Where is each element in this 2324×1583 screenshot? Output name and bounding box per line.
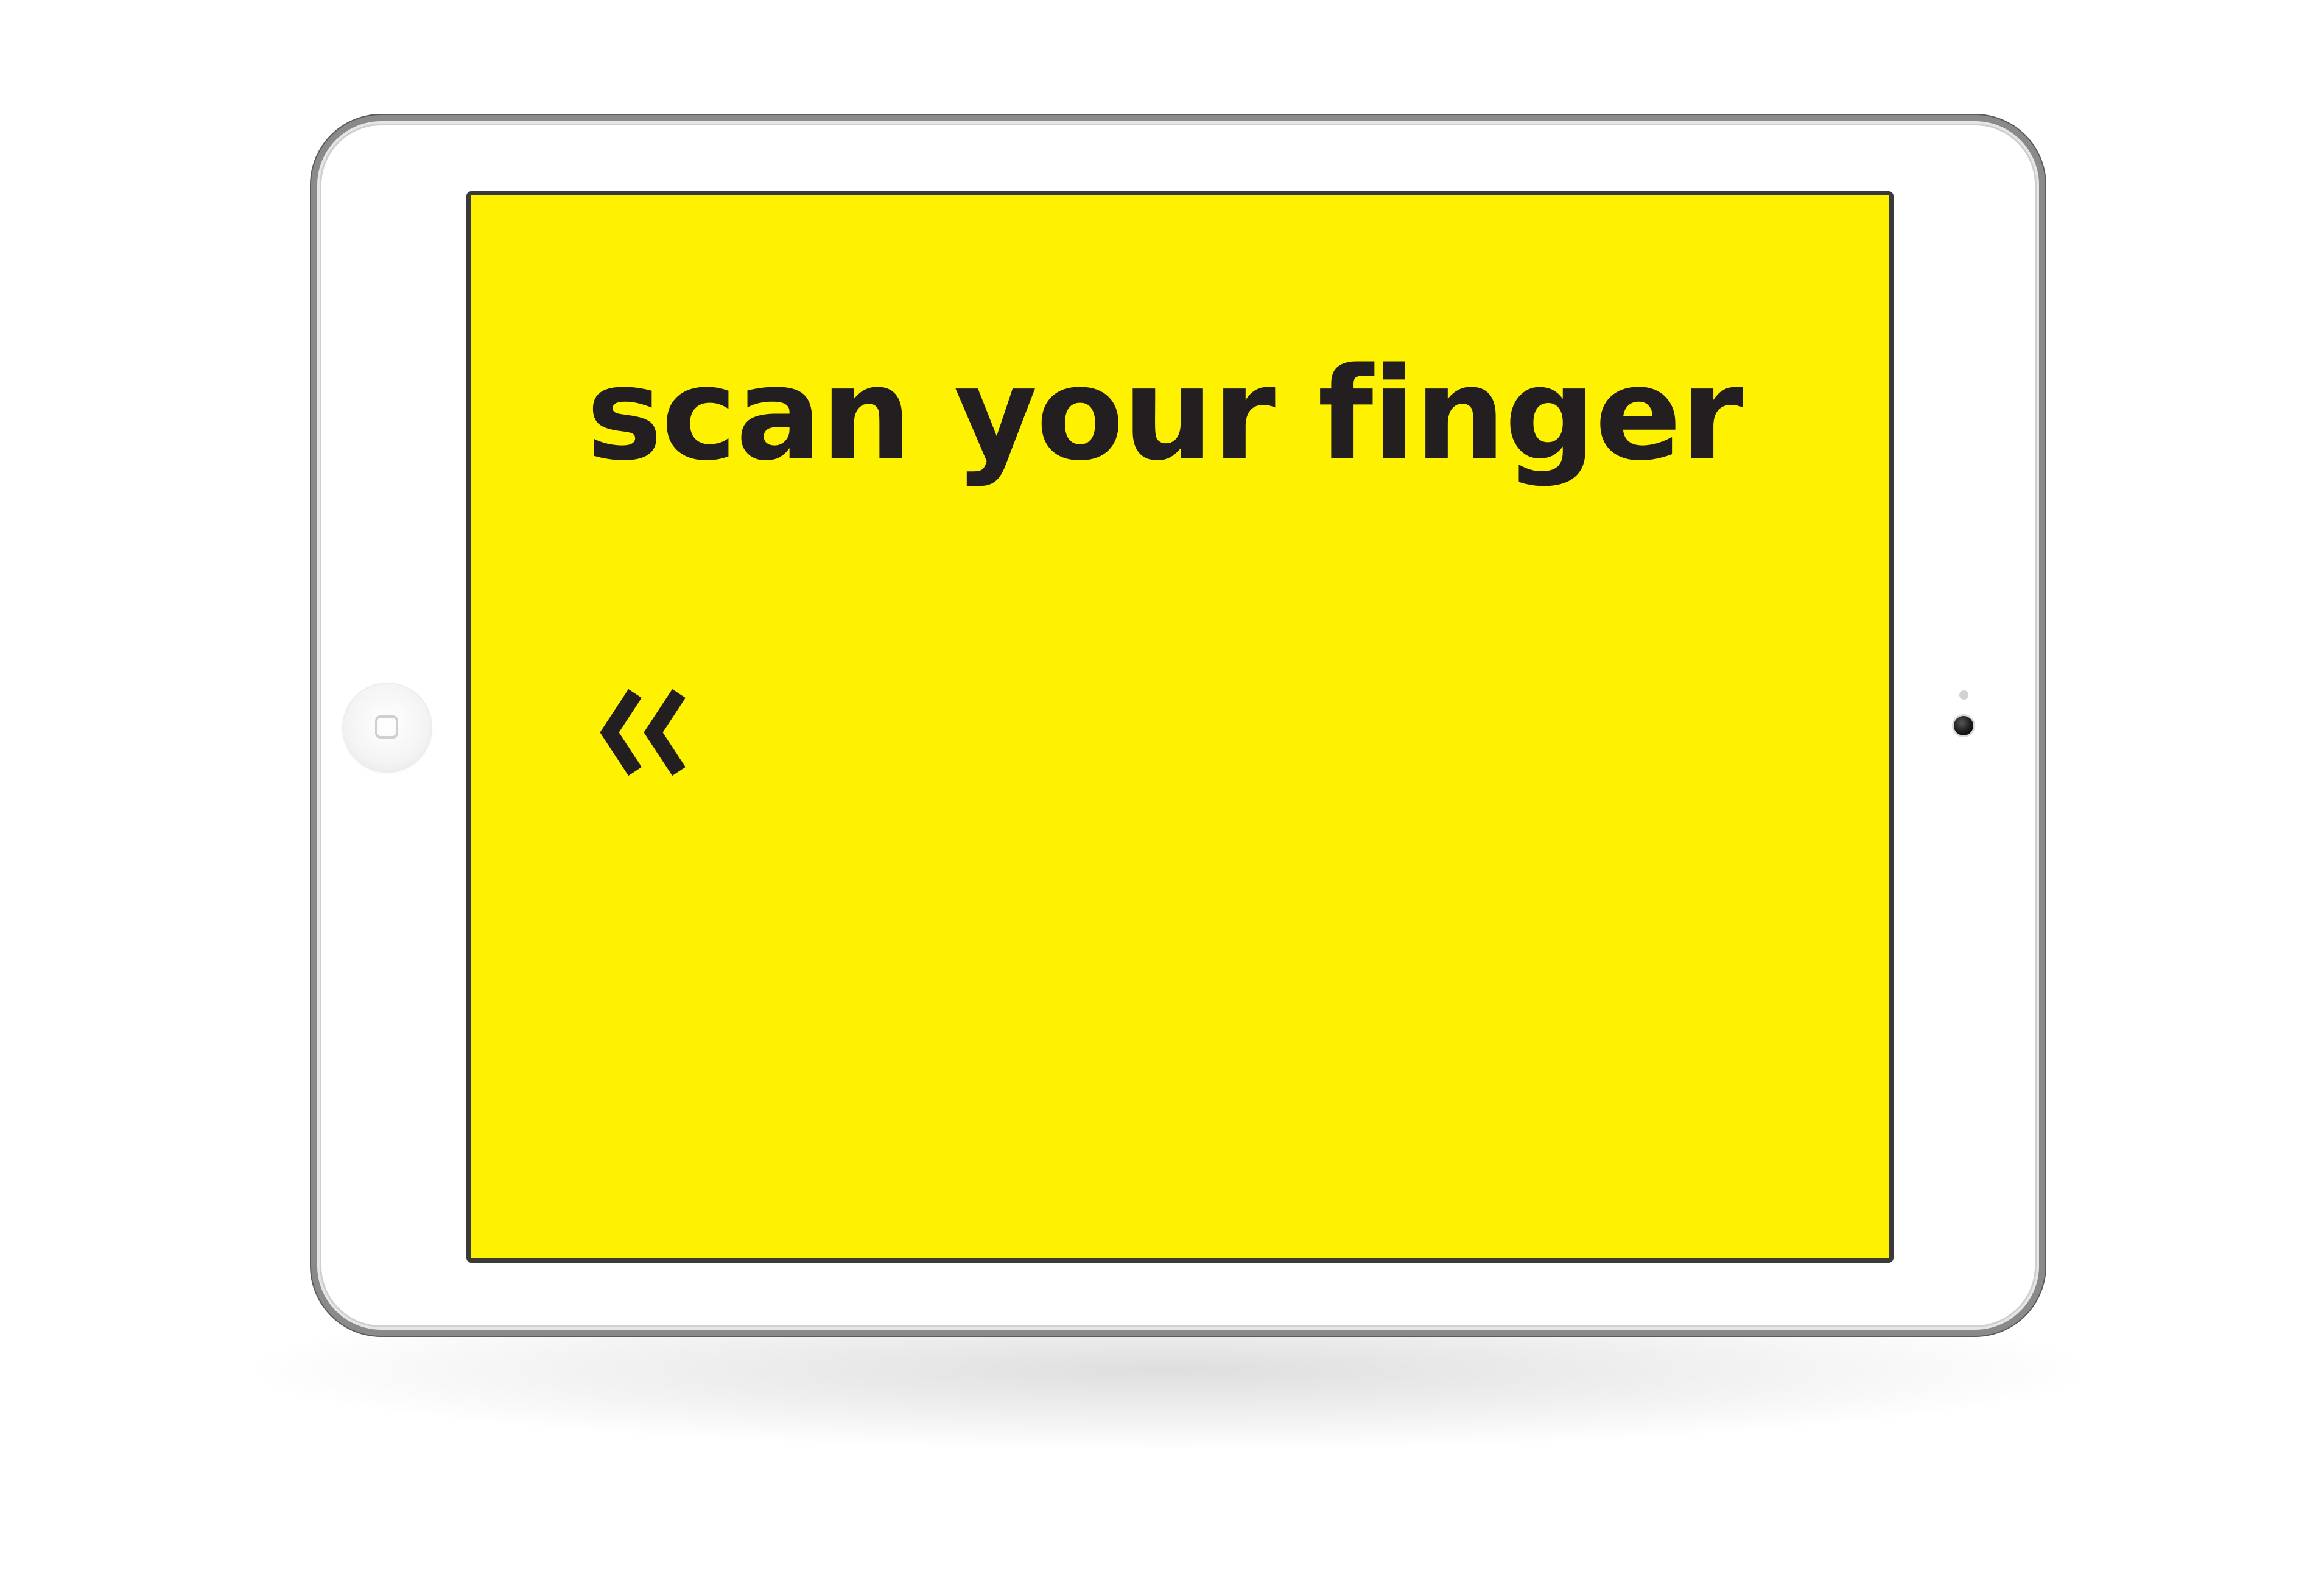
page-title: scan your finger xyxy=(586,340,1743,489)
light-sensor xyxy=(1959,690,1968,700)
front-camera-icon xyxy=(1954,716,1973,735)
back-button[interactable] xyxy=(586,683,690,786)
double-chevron-left-icon xyxy=(600,689,686,776)
home-button[interactable] xyxy=(343,684,431,771)
tablet-screen: scan your finger xyxy=(466,191,1894,1263)
home-button-icon xyxy=(375,715,398,739)
